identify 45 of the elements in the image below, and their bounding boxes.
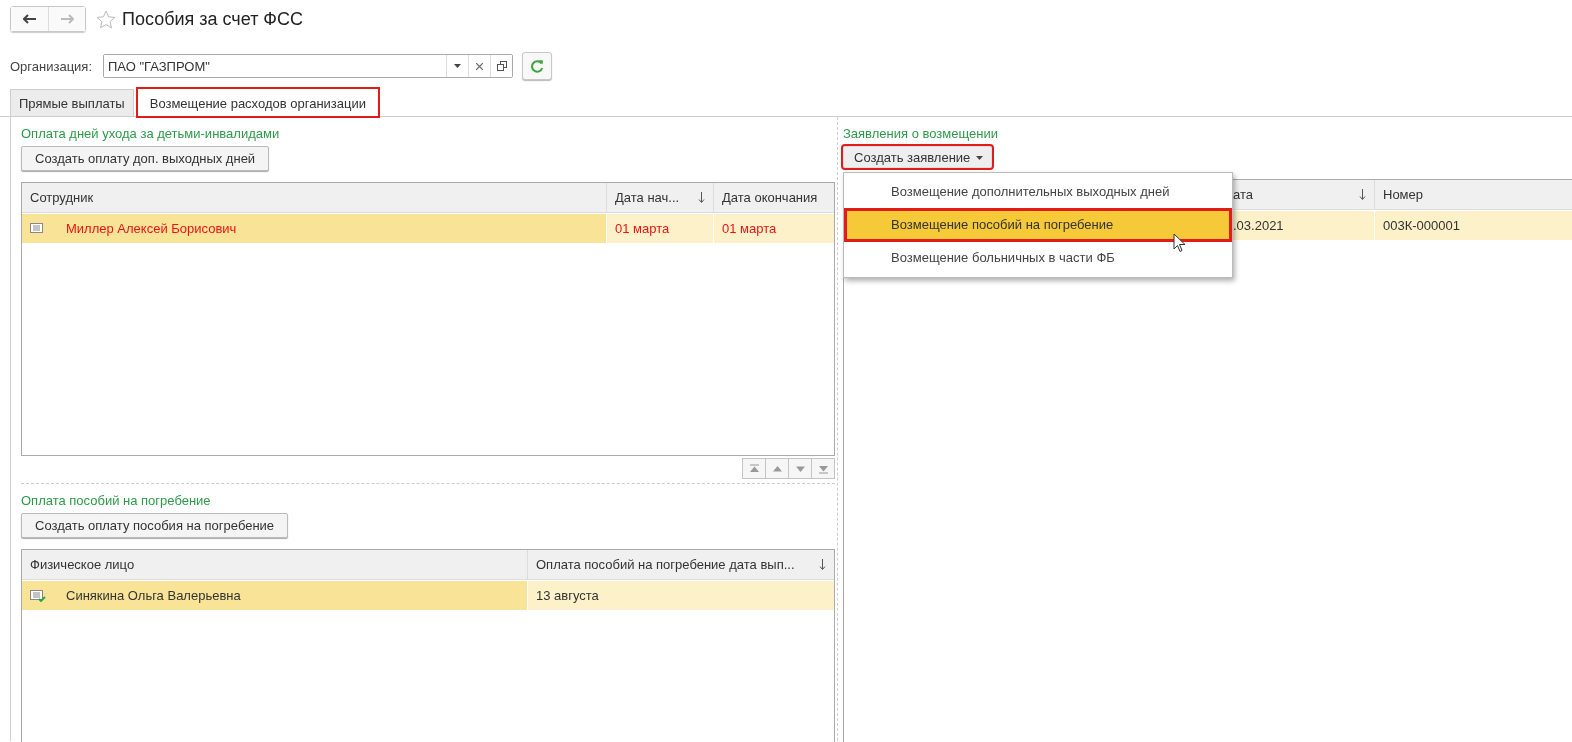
organization-field[interactable]: ПАО "ГАЗПРОМ" — [103, 54, 513, 78]
first-row-button[interactable] — [742, 458, 766, 479]
section-heading: Оплата дней ухода за детьми-инвалидами — [21, 126, 281, 141]
table-cell[interactable]: .03.2021 — [1233, 218, 1284, 233]
caret-icon — [454, 64, 461, 68]
create-button[interactable]: Создать оплату доп. выходных дней — [21, 146, 270, 171]
section-heading: Оплата пособий на погребение — [21, 493, 212, 508]
field-label: Организация: — [10, 58, 94, 74]
table-cell[interactable]: Миллер Алексей Борисович — [66, 221, 237, 236]
column-header[interactable]: Сотрудник — [22, 183, 606, 212]
tab[interactable]: Прямые выплаты — [10, 89, 134, 116]
close-icon — [476, 62, 483, 70]
table-cell[interactable]: Синякина Ольга Валерьевна — [66, 588, 241, 603]
triangle-icon — [770, 463, 784, 474]
mouse-cursor-icon — [1173, 233, 1186, 253]
menu-item[interactable]: Возмещение пособий на погребение — [844, 208, 1232, 242]
section-heading: Заявления о возмещении — [843, 126, 999, 141]
next-row-button[interactable] — [788, 458, 812, 479]
refresh-icon — [530, 59, 544, 73]
windows-icon — [496, 61, 507, 71]
last-row-button[interactable] — [811, 458, 835, 479]
table-cell[interactable]: 13 августа — [536, 588, 599, 603]
tab[interactable]: Возмещение расходов организации — [136, 88, 379, 117]
column-header[interactable]: Оплата пособий на погребение дата вып... — [527, 550, 834, 579]
create-menu-button[interactable]: Создать заявление — [843, 146, 993, 168]
back-button[interactable] — [11, 7, 48, 31]
open-button[interactable] — [490, 55, 512, 77]
triangle-icon — [747, 463, 761, 474]
column-header[interactable]: Номер — [1374, 180, 1572, 209]
sort-arrow-icon[interactable] — [1359, 188, 1366, 201]
column-header[interactable]: Физическое лицо — [22, 550, 527, 579]
sort-arrow-icon[interactable] — [698, 191, 705, 204]
back-arrow-icon — [22, 14, 37, 24]
star-icon[interactable] — [96, 9, 116, 29]
sort-arrow-icon[interactable] — [819, 558, 826, 571]
refresh-button[interactable] — [522, 52, 552, 80]
create-button[interactable]: Создать оплату пособия на погребение — [21, 513, 289, 538]
column-header[interactable]: Дата нач... — [606, 183, 713, 212]
menu-item[interactable]: Возмещение больничных в части ФБ — [844, 243, 1232, 273]
caret-icon — [976, 156, 984, 160]
forward-arrow-icon — [60, 14, 74, 24]
window-title: Пособия за счет ФСС — [122, 8, 304, 30]
triangle-icon — [816, 463, 830, 474]
column-header[interactable]: Дата окончания — [713, 183, 834, 212]
previous-row-button[interactable] — [765, 458, 789, 479]
